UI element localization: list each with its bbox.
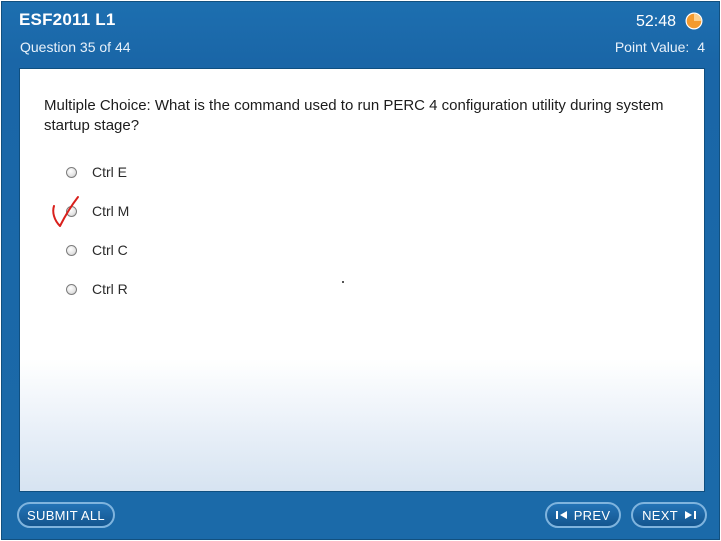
option-label: Ctrl R <box>92 281 128 297</box>
question-counter: Question 35 of 44 <box>20 39 131 55</box>
timer: 52:48 <box>635 13 676 30</box>
next-arrow-icon <box>684 511 696 519</box>
option-ctrl-m[interactable]: Ctrl M <box>66 200 266 222</box>
point-value-number: 4 <box>697 39 705 55</box>
option-label: Ctrl C <box>92 242 128 258</box>
point-value-label: Point Value: <box>614 39 690 55</box>
next-button[interactable]: NEXT <box>631 502 707 528</box>
option-label: Ctrl E <box>92 164 127 180</box>
radio-button[interactable] <box>66 244 77 256</box>
option-label: Ctrl M <box>92 203 130 219</box>
point-value: Point Value: 4 <box>615 39 705 55</box>
prev-button[interactable]: PREV <box>545 502 621 528</box>
question-panel: Multiple Choice: What is the command use… <box>19 68 705 492</box>
timer-clock-icon <box>685 12 703 30</box>
option-ctrl-r[interactable]: Ctrl R <box>66 278 266 300</box>
radio-button[interactable] <box>66 205 77 217</box>
question-text: Multiple Choice: What is the command use… <box>44 97 664 134</box>
option-ctrl-c[interactable]: Ctrl C <box>66 239 266 261</box>
option-ctrl-e[interactable]: Ctrl E <box>66 161 266 183</box>
radio-button[interactable] <box>66 166 77 178</box>
exam-window: ESF2011 L1 Question 35 of 44 52:48 Point… <box>1 1 720 540</box>
submit-all-button[interactable]: SUBMIT ALL <box>17 502 115 528</box>
prev-arrow-icon <box>555 511 567 519</box>
next-label: NEXT <box>642 507 678 523</box>
exam-title: ESF2011 L1 <box>19 10 116 29</box>
submit-all-label: SUBMIT ALL <box>27 507 105 523</box>
radio-button[interactable] <box>66 283 77 295</box>
prev-label: PREV <box>573 507 611 523</box>
stray-dot <box>342 281 344 283</box>
